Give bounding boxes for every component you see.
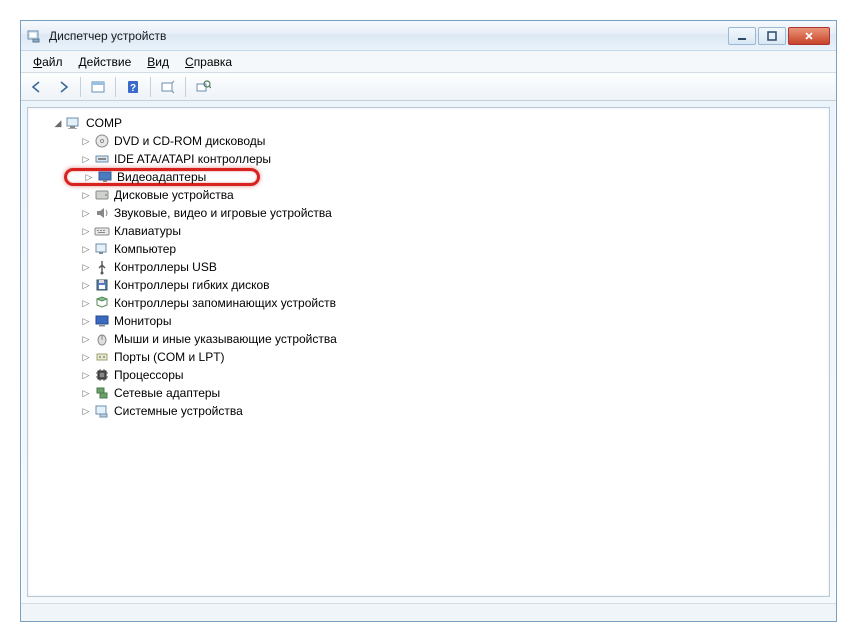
tree-node[interactable]: ▷ Контроллеры USB xyxy=(36,258,821,276)
tree-node-label: Процессоры xyxy=(114,368,184,382)
sound-icon xyxy=(94,205,110,221)
expand-icon[interactable]: ▷ xyxy=(80,405,92,417)
cpu-icon xyxy=(94,367,110,383)
tree-node[interactable]: ▷ Системные устройства xyxy=(36,402,821,420)
expand-icon[interactable]: ▷ xyxy=(80,135,92,147)
expand-icon[interactable]: ▷ xyxy=(80,189,92,201)
storage-icon xyxy=(94,295,110,311)
tree-node-label: Мыши и иные указывающие устройства xyxy=(114,332,337,346)
tree-node-highlighted[interactable]: ▷ Видеоадаптеры xyxy=(64,168,260,186)
expand-icon[interactable]: ▷ xyxy=(80,279,92,291)
help-button[interactable]: ? xyxy=(121,76,145,98)
tree-node[interactable]: ▷ Процессоры xyxy=(36,366,821,384)
computer-icon xyxy=(66,115,82,131)
expand-icon[interactable]: ▷ xyxy=(80,297,92,309)
scan-hw-button[interactable] xyxy=(156,76,180,98)
floppy-icon xyxy=(94,277,110,293)
expand-icon[interactable]: ▷ xyxy=(83,171,95,183)
tree-node[interactable]: ▷ Порты (COM и LPT) xyxy=(36,348,821,366)
expand-icon[interactable]: ▷ xyxy=(80,153,92,165)
expand-icon[interactable]: ▷ xyxy=(80,387,92,399)
display-icon xyxy=(97,169,113,185)
tree-node-label: Контроллеры гибких дисков xyxy=(114,278,270,292)
tree-node-label: Мониторы xyxy=(114,314,171,328)
expand-icon[interactable]: ▷ xyxy=(80,315,92,327)
scan-changes-button[interactable] xyxy=(191,76,215,98)
tree-node-label: Дисковые устройства xyxy=(114,188,234,202)
drive-icon xyxy=(94,187,110,203)
tree-node-label: Звуковые, видео и игровые устройства xyxy=(114,206,332,220)
tree-node-label: Порты (COM и LPT) xyxy=(114,350,225,364)
system-icon xyxy=(94,403,110,419)
tree-node[interactable]: ▷ Контроллеры запоминающих устройств xyxy=(36,294,821,312)
device-tree[interactable]: ◢ COMP ▷ DVD и CD-ROM дисководы ▷ IDE ATA/A… xyxy=(30,110,827,424)
port-icon xyxy=(94,349,110,365)
svg-text:?: ? xyxy=(130,83,136,94)
toolbar: ? xyxy=(21,73,836,101)
monitor-icon xyxy=(94,313,110,329)
statusbar xyxy=(21,603,836,621)
device-manager-window: Диспетчер устройств Файл Действие Вид Сп… xyxy=(20,20,837,622)
tree-node[interactable]: ▷ Мониторы xyxy=(36,312,821,330)
app-icon xyxy=(27,28,43,44)
expand-icon[interactable]: ▷ xyxy=(80,243,92,255)
tree-node-label: Видеоадаптеры xyxy=(117,170,206,184)
window-controls xyxy=(726,27,830,45)
tree-node-label: IDE ATA/ATAPI контроллеры xyxy=(114,152,271,166)
show-hide-console-button[interactable] xyxy=(86,76,110,98)
usb-icon xyxy=(94,259,110,275)
disc-icon xyxy=(94,133,110,149)
tree-node[interactable]: ▷ DVD и CD-ROM дисководы xyxy=(36,132,821,150)
expand-icon[interactable]: ▷ xyxy=(80,333,92,345)
keyboard-icon xyxy=(94,223,110,239)
expand-icon[interactable]: ▷ xyxy=(80,369,92,381)
forward-button[interactable] xyxy=(51,76,75,98)
mouse-icon xyxy=(94,331,110,347)
maximize-button[interactable] xyxy=(758,27,786,45)
expand-icon[interactable]: ▷ xyxy=(80,225,92,237)
tree-node[interactable]: ▷ IDE ATA/ATAPI контроллеры xyxy=(36,150,821,168)
menu-view[interactable]: Вид xyxy=(139,53,177,71)
computer-icon xyxy=(94,241,110,257)
network-icon xyxy=(94,385,110,401)
collapse-icon[interactable]: ◢ xyxy=(52,117,64,129)
tree-node[interactable]: ▷ Звуковые, видео и игровые устройства xyxy=(36,204,821,222)
close-button[interactable] xyxy=(788,27,830,45)
tree-node[interactable]: ▷ Сетевые адаптеры xyxy=(36,384,821,402)
ide-icon xyxy=(94,151,110,167)
menubar: Файл Действие Вид Справка xyxy=(21,51,836,73)
content-area: ◢ COMP ▷ DVD и CD-ROM дисководы ▷ IDE ATA/A… xyxy=(27,107,830,597)
titlebar[interactable]: Диспетчер устройств xyxy=(21,21,836,51)
tree-root[interactable]: ◢ COMP xyxy=(36,114,821,132)
tree-node[interactable]: ▷ Мыши и иные указывающие устройства xyxy=(36,330,821,348)
menu-action[interactable]: Действие xyxy=(71,53,140,71)
tree-node[interactable]: ▷ Контроллеры гибких дисков xyxy=(36,276,821,294)
minimize-button[interactable] xyxy=(728,27,756,45)
tree-node-label: Контроллеры запоминающих устройств xyxy=(114,296,336,310)
tree-node-label: Клавиатуры xyxy=(114,224,181,238)
menu-help[interactable]: Справка xyxy=(177,53,240,71)
menu-file[interactable]: Файл xyxy=(25,53,71,71)
tree-node-label: Сетевые адаптеры xyxy=(114,386,220,400)
tree-node-label: Компьютер xyxy=(114,242,176,256)
tree-node-label: DVD и CD-ROM дисководы xyxy=(114,134,265,148)
tree-node[interactable]: ▷ Компьютер xyxy=(36,240,821,258)
tree-node[interactable]: ▷ Клавиатуры xyxy=(36,222,821,240)
window-title: Диспетчер устройств xyxy=(49,29,166,43)
expand-icon[interactable]: ▷ xyxy=(80,351,92,363)
tree-node-label: Системные устройства xyxy=(114,404,243,418)
expand-icon[interactable]: ▷ xyxy=(80,207,92,219)
tree-root-label: COMP xyxy=(86,116,122,130)
back-button[interactable] xyxy=(25,76,49,98)
tree-node-label: Контроллеры USB xyxy=(114,260,217,274)
tree-node[interactable]: ▷ Дисковые устройства xyxy=(36,186,821,204)
expand-icon[interactable]: ▷ xyxy=(80,261,92,273)
